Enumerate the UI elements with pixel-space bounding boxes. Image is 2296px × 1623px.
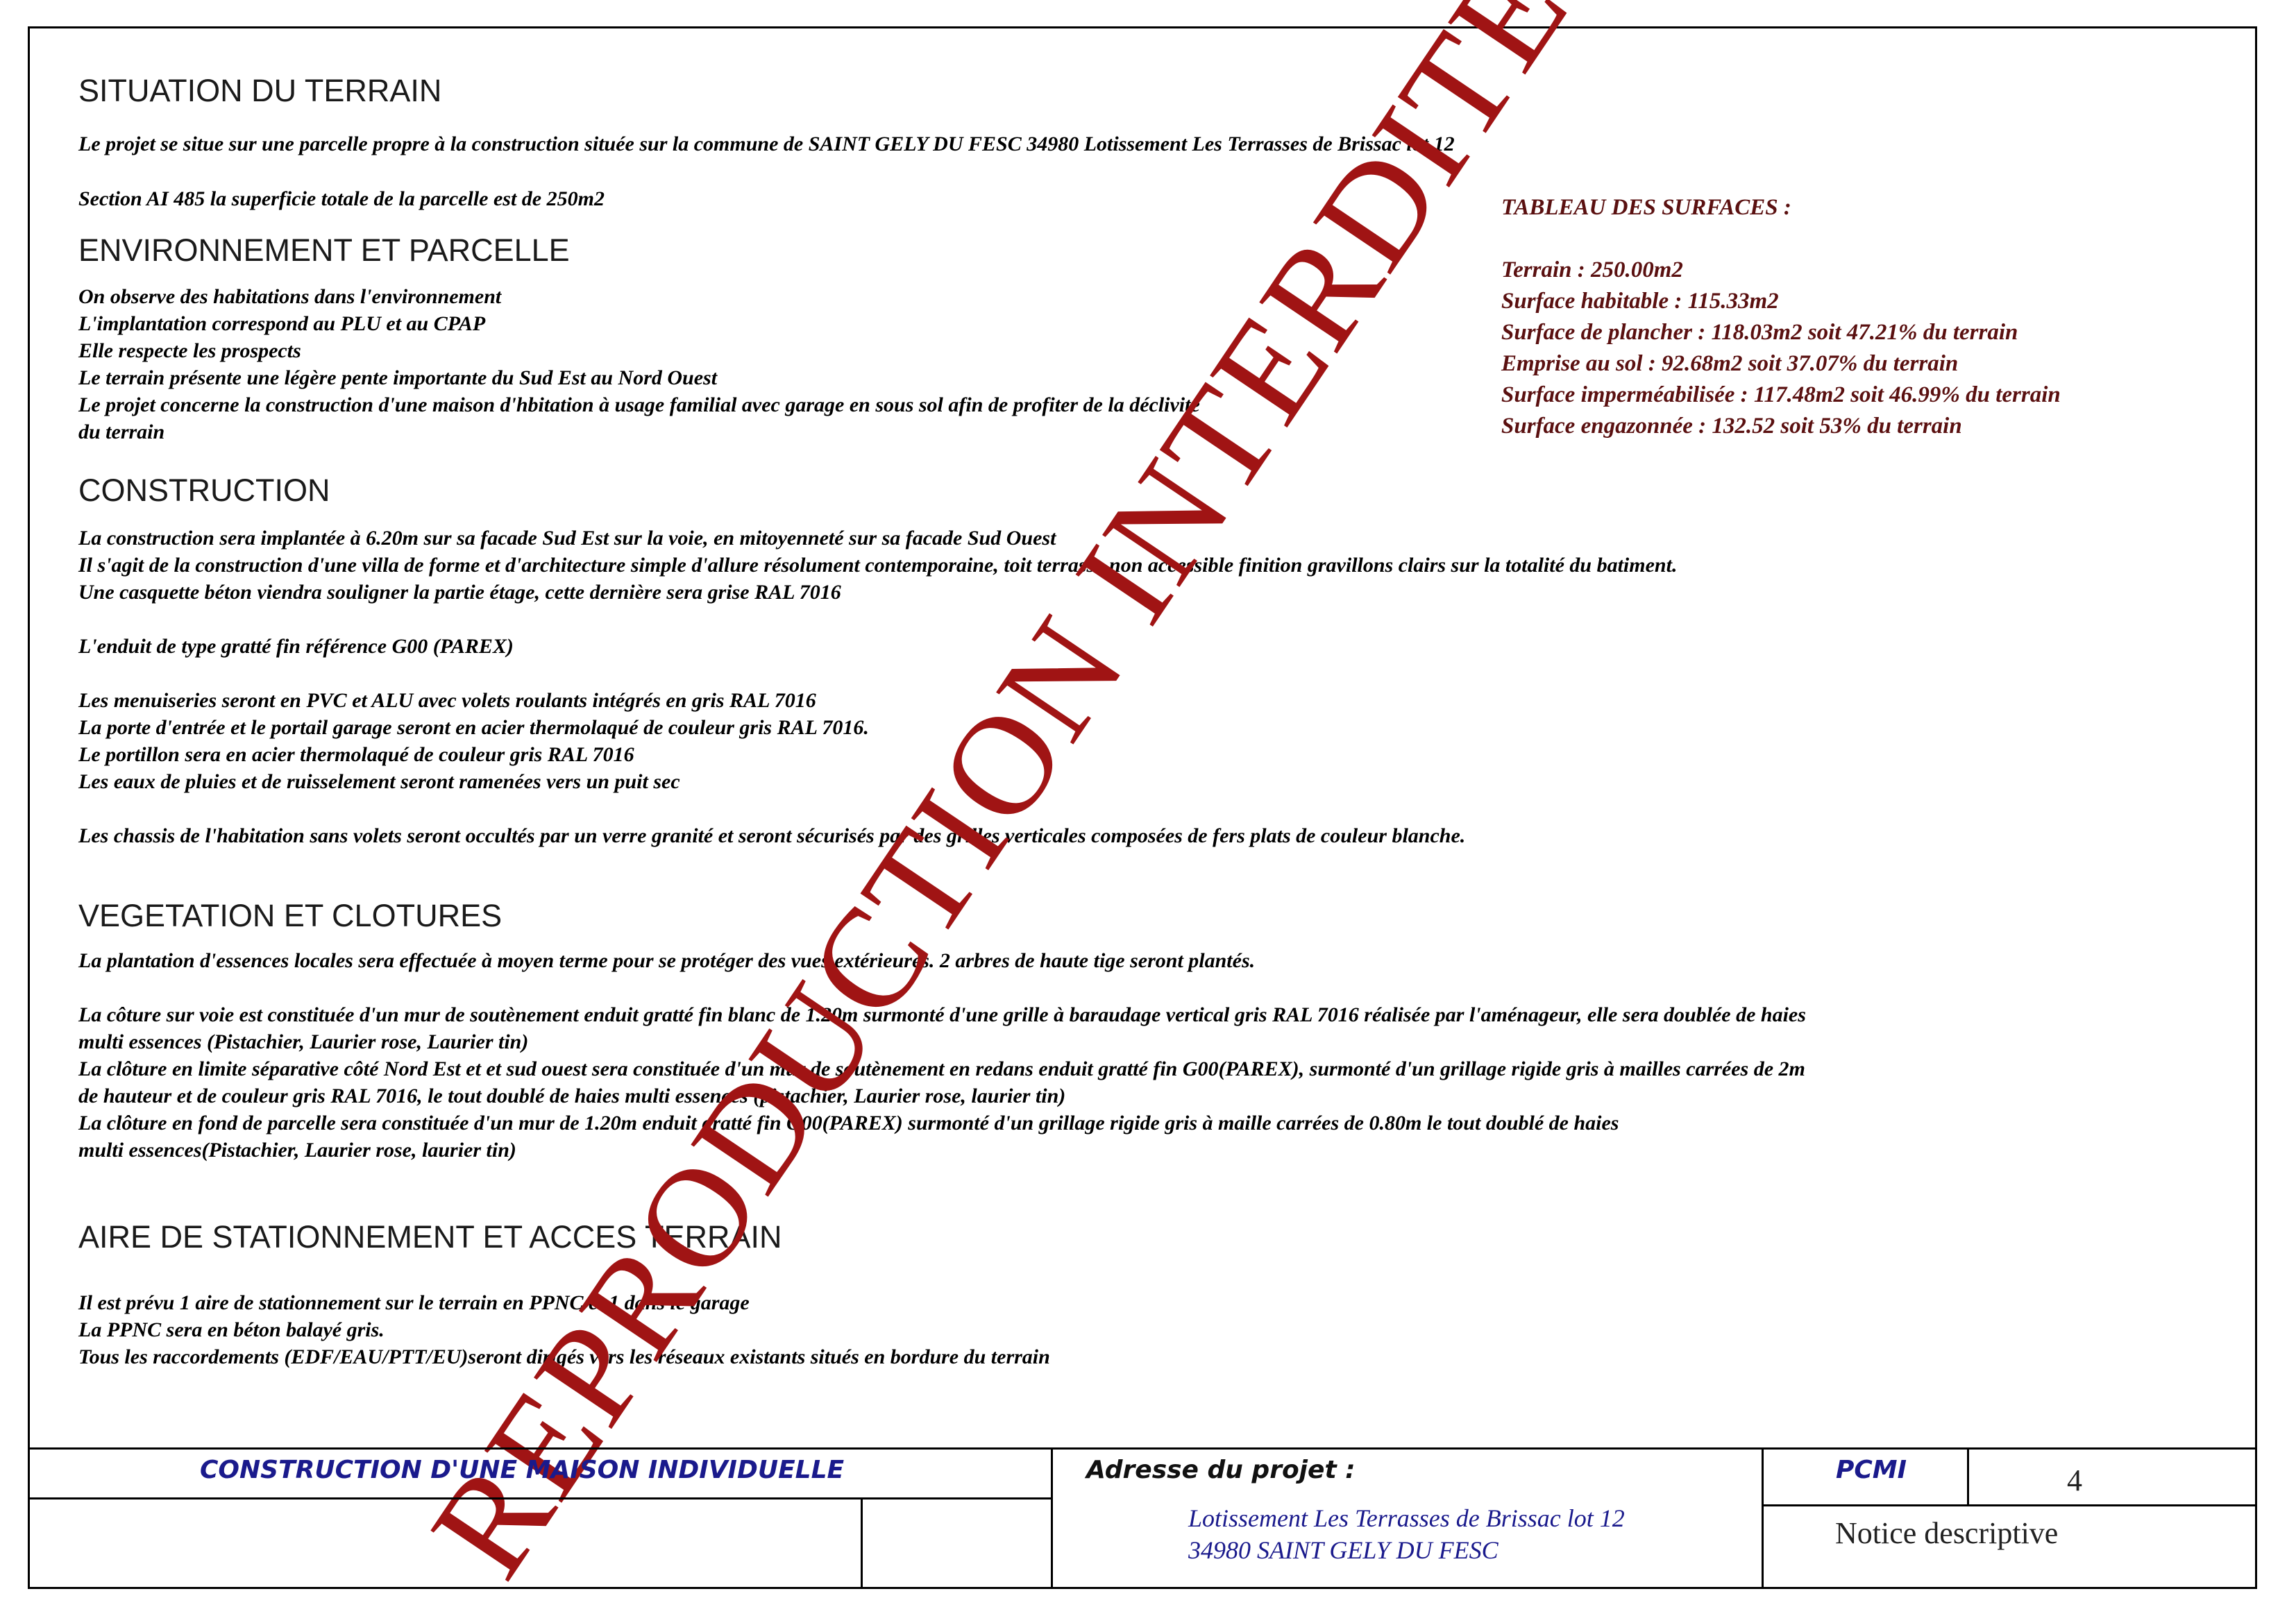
text-line — [78, 606, 1677, 633]
text-line: L'implantation correspond au PLU et au C… — [78, 312, 486, 335]
text-line: Le projet concerne la construction d'une… — [78, 393, 1200, 416]
text-line: La PPNC sera en béton balayé gris. — [78, 1318, 385, 1341]
address-line-2: 34980 SAINT GELY DU FESC — [1188, 1536, 1499, 1564]
text-line: Le terrain présente une légère pente imp… — [78, 366, 718, 389]
stationnement-text: Il est prévu 1 aire de stationnement sur… — [78, 1289, 1050, 1370]
title-block-divider — [1762, 1447, 1764, 1589]
text-line: La clôture en limite séparative côté Nor… — [78, 1057, 1805, 1080]
text-line: L'enduit de type gratté fin référence G0… — [78, 635, 514, 658]
text-line: Il s'agit de la construction d'une villa… — [78, 554, 1678, 577]
heading-stationnement: AIRE DE STATIONNEMENT ET ACCES TERRAIN — [78, 1219, 782, 1255]
doc-code: PCMI — [1836, 1456, 1907, 1484]
title-block-top-rule — [28, 1447, 2257, 1450]
vegetation-text: La plantation d'essences locales sera ef… — [78, 947, 1806, 1164]
title-block-divider — [861, 1497, 863, 1589]
text-line: du terrain — [78, 420, 165, 443]
heading-situation: SITUATION DU TERRAIN — [78, 73, 442, 108]
heading-environnement: ENVIRONNEMENT ET PARCELLE — [78, 232, 570, 268]
text-line: multi essences(Pistachier, Laurier rose,… — [78, 1139, 516, 1162]
surface-impermeabilisee: Surface imperméabilisée : 117.48m2 soit … — [1501, 382, 2061, 407]
surface-terrain: Terrain : 250.00m2 — [1501, 257, 1683, 282]
surfaces-table: TABLEAU DES SURFACES : Terrain : 250.00m… — [1501, 192, 2061, 442]
title-block-left-rule — [28, 1497, 1052, 1499]
address-line-1: Lotissement Les Terrasses de Brissac lot… — [1188, 1504, 1625, 1532]
text-line: Une casquette béton viendra souligner la… — [78, 581, 841, 604]
address-block: Lotissement Les Terrasses de Brissac lot… — [1188, 1502, 1625, 1566]
text-line — [78, 974, 1806, 1001]
heading-construction: CONSTRUCTION — [78, 473, 330, 508]
text-line: multi essences (Pistachier, Laurier rose… — [78, 1030, 529, 1053]
surface-habitable: Surface habitable : 115.33m2 — [1501, 289, 1779, 314]
text-line: Les menuiseries seront en PVC et ALU ave… — [78, 689, 816, 712]
text-line: Les eaux de pluies et de ruisselement se… — [78, 770, 680, 793]
situation-line-2: Section AI 485 la superficie totale de l… — [78, 187, 605, 210]
project-title: CONSTRUCTION D'UNE MAISON INDIVIDUELLE — [200, 1456, 845, 1484]
text-line: La côture sur voie est constituée d'un m… — [78, 1003, 1806, 1026]
text-line: La construction sera implantée à 6.20m s… — [78, 527, 1056, 550]
surfaces-spacer — [1501, 223, 2061, 255]
text-line: La porte d'entrée et le portail garage s… — [78, 716, 869, 739]
title-block-divider — [1967, 1447, 1969, 1504]
text-line: Le portillon sera en acier thermolaqué d… — [78, 743, 634, 766]
text-line: La plantation d'essences locales sera ef… — [78, 949, 1256, 972]
surface-engazonnee: Surface engazonnée : 132.52 soit 53% du … — [1501, 414, 1962, 439]
environnement-text: On observe des habitations dans l'enviro… — [78, 283, 1200, 445]
heading-vegetation: VEGETATION ET CLOTURES — [78, 898, 503, 933]
text-line — [78, 795, 1677, 822]
text-line — [78, 660, 1677, 687]
text-line: La clôture en fond de parcelle sera cons… — [78, 1112, 1619, 1135]
text-line: de hauteur et de couleur gris RAL 7016, … — [78, 1085, 1066, 1107]
text-line: Elle respecte les prospects — [78, 339, 301, 362]
surface-plancher: Surface de plancher : 118.03m2 soit 47.2… — [1501, 320, 2018, 345]
text-line: Il est prévu 1 aire de stationnement sur… — [78, 1291, 750, 1314]
address-label: Adresse du projet : — [1086, 1456, 1356, 1484]
text-line: Tous les raccordements (EDF/EAU/PTT/EU)s… — [78, 1345, 1050, 1368]
surface-emprise: Emprise au sol : 92.68m2 soit 37.07% du … — [1501, 351, 1959, 376]
text-line: On observe des habitations dans l'enviro… — [78, 285, 502, 308]
title-block-divider — [1051, 1447, 1053, 1589]
surfaces-title: TABLEAU DES SURFACES : — [1501, 195, 1791, 220]
situation-line-1: Le projet se situe sur une parcelle prop… — [78, 133, 1455, 155]
text-line: Les chassis de l'habitation sans volets … — [78, 824, 1466, 847]
construction-text: La construction sera implantée à 6.20m s… — [78, 525, 1677, 849]
title-block-right-rule — [1762, 1504, 2257, 1506]
page-number: 4 — [2067, 1463, 2082, 1497]
doc-title: Notice descriptive — [1835, 1516, 2059, 1550]
